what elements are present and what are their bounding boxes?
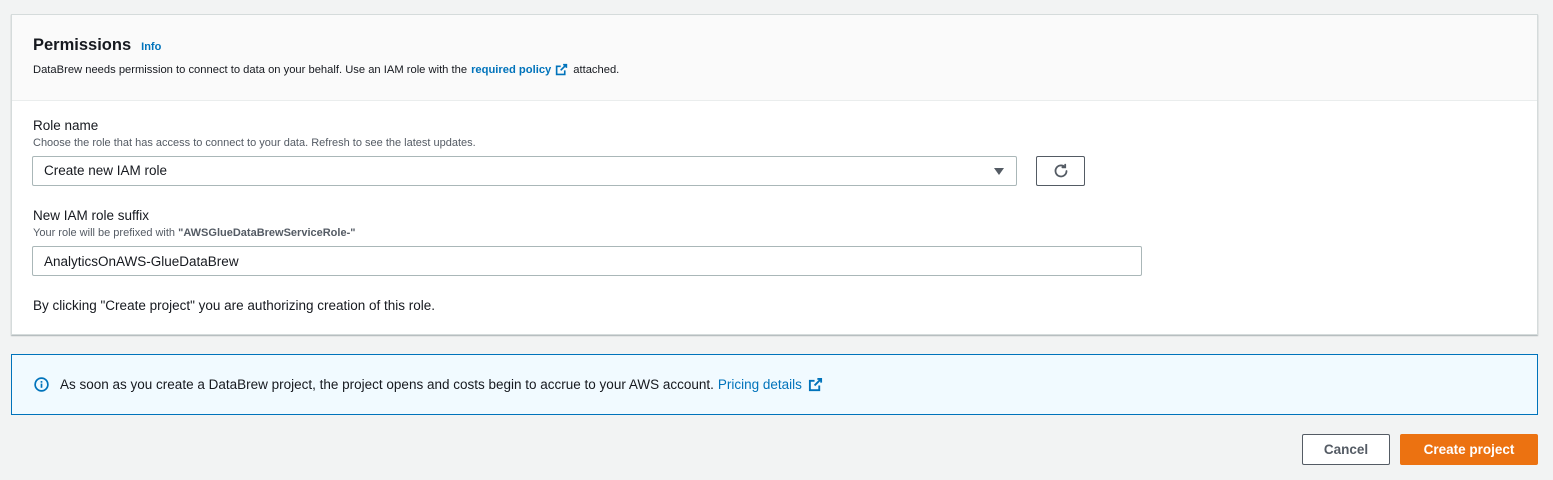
create-project-button[interactable]: Create project	[1400, 434, 1538, 465]
role-suffix-hint: Your role will be prefixed with "AWSGlue…	[33, 227, 355, 239]
role-suffix-input[interactable]	[32, 246, 1142, 276]
consent-text: By clicking "Create project" you are aut…	[33, 298, 436, 313]
role-name-hint: Choose the role that has access to conne…	[33, 137, 476, 149]
pricing-details-link[interactable]: Pricing details	[718, 377, 802, 392]
refresh-button[interactable]	[1036, 156, 1085, 186]
role-name-label: Role name	[33, 118, 99, 133]
role-name-select[interactable]: Create new IAM role	[32, 156, 1017, 186]
permissions-header: Permissions Info DataBrew needs permissi…	[12, 15, 1537, 101]
description-prefix: DataBrew needs permission to connect to …	[33, 63, 468, 76]
description-suffix: attached.	[573, 63, 620, 76]
cancel-button[interactable]: Cancel	[1302, 434, 1390, 465]
role-suffix-hint-text: Your role will be prefixed with	[33, 227, 176, 239]
role-name-selected-value: Create new IAM role	[44, 163, 168, 178]
role-suffix-prefix-value: "AWSGlueDataBrewServiceRole-"	[178, 227, 356, 239]
permissions-panel: Permissions Info DataBrew needs permissi…	[11, 14, 1538, 335]
external-link-icon[interactable]	[555, 63, 568, 76]
refresh-icon	[1054, 163, 1067, 178]
select-caret-icon	[994, 168, 1004, 175]
permissions-title: Permissions Info	[33, 36, 161, 55]
permissions-heading: Permissions	[33, 36, 132, 54]
role-suffix-label: New IAM role suffix	[33, 208, 150, 223]
alert-message: As soon as you create a DataBrew project…	[60, 377, 714, 392]
external-link-icon[interactable]	[808, 377, 823, 392]
info-link[interactable]: Info	[141, 41, 161, 53]
info-circle-icon	[34, 377, 49, 392]
required-policy-link[interactable]: required policy	[471, 64, 551, 76]
permissions-description: DataBrew needs permission to connect to …	[33, 63, 619, 76]
cost-info-alert: As soon as you create a DataBrew project…	[11, 354, 1538, 415]
